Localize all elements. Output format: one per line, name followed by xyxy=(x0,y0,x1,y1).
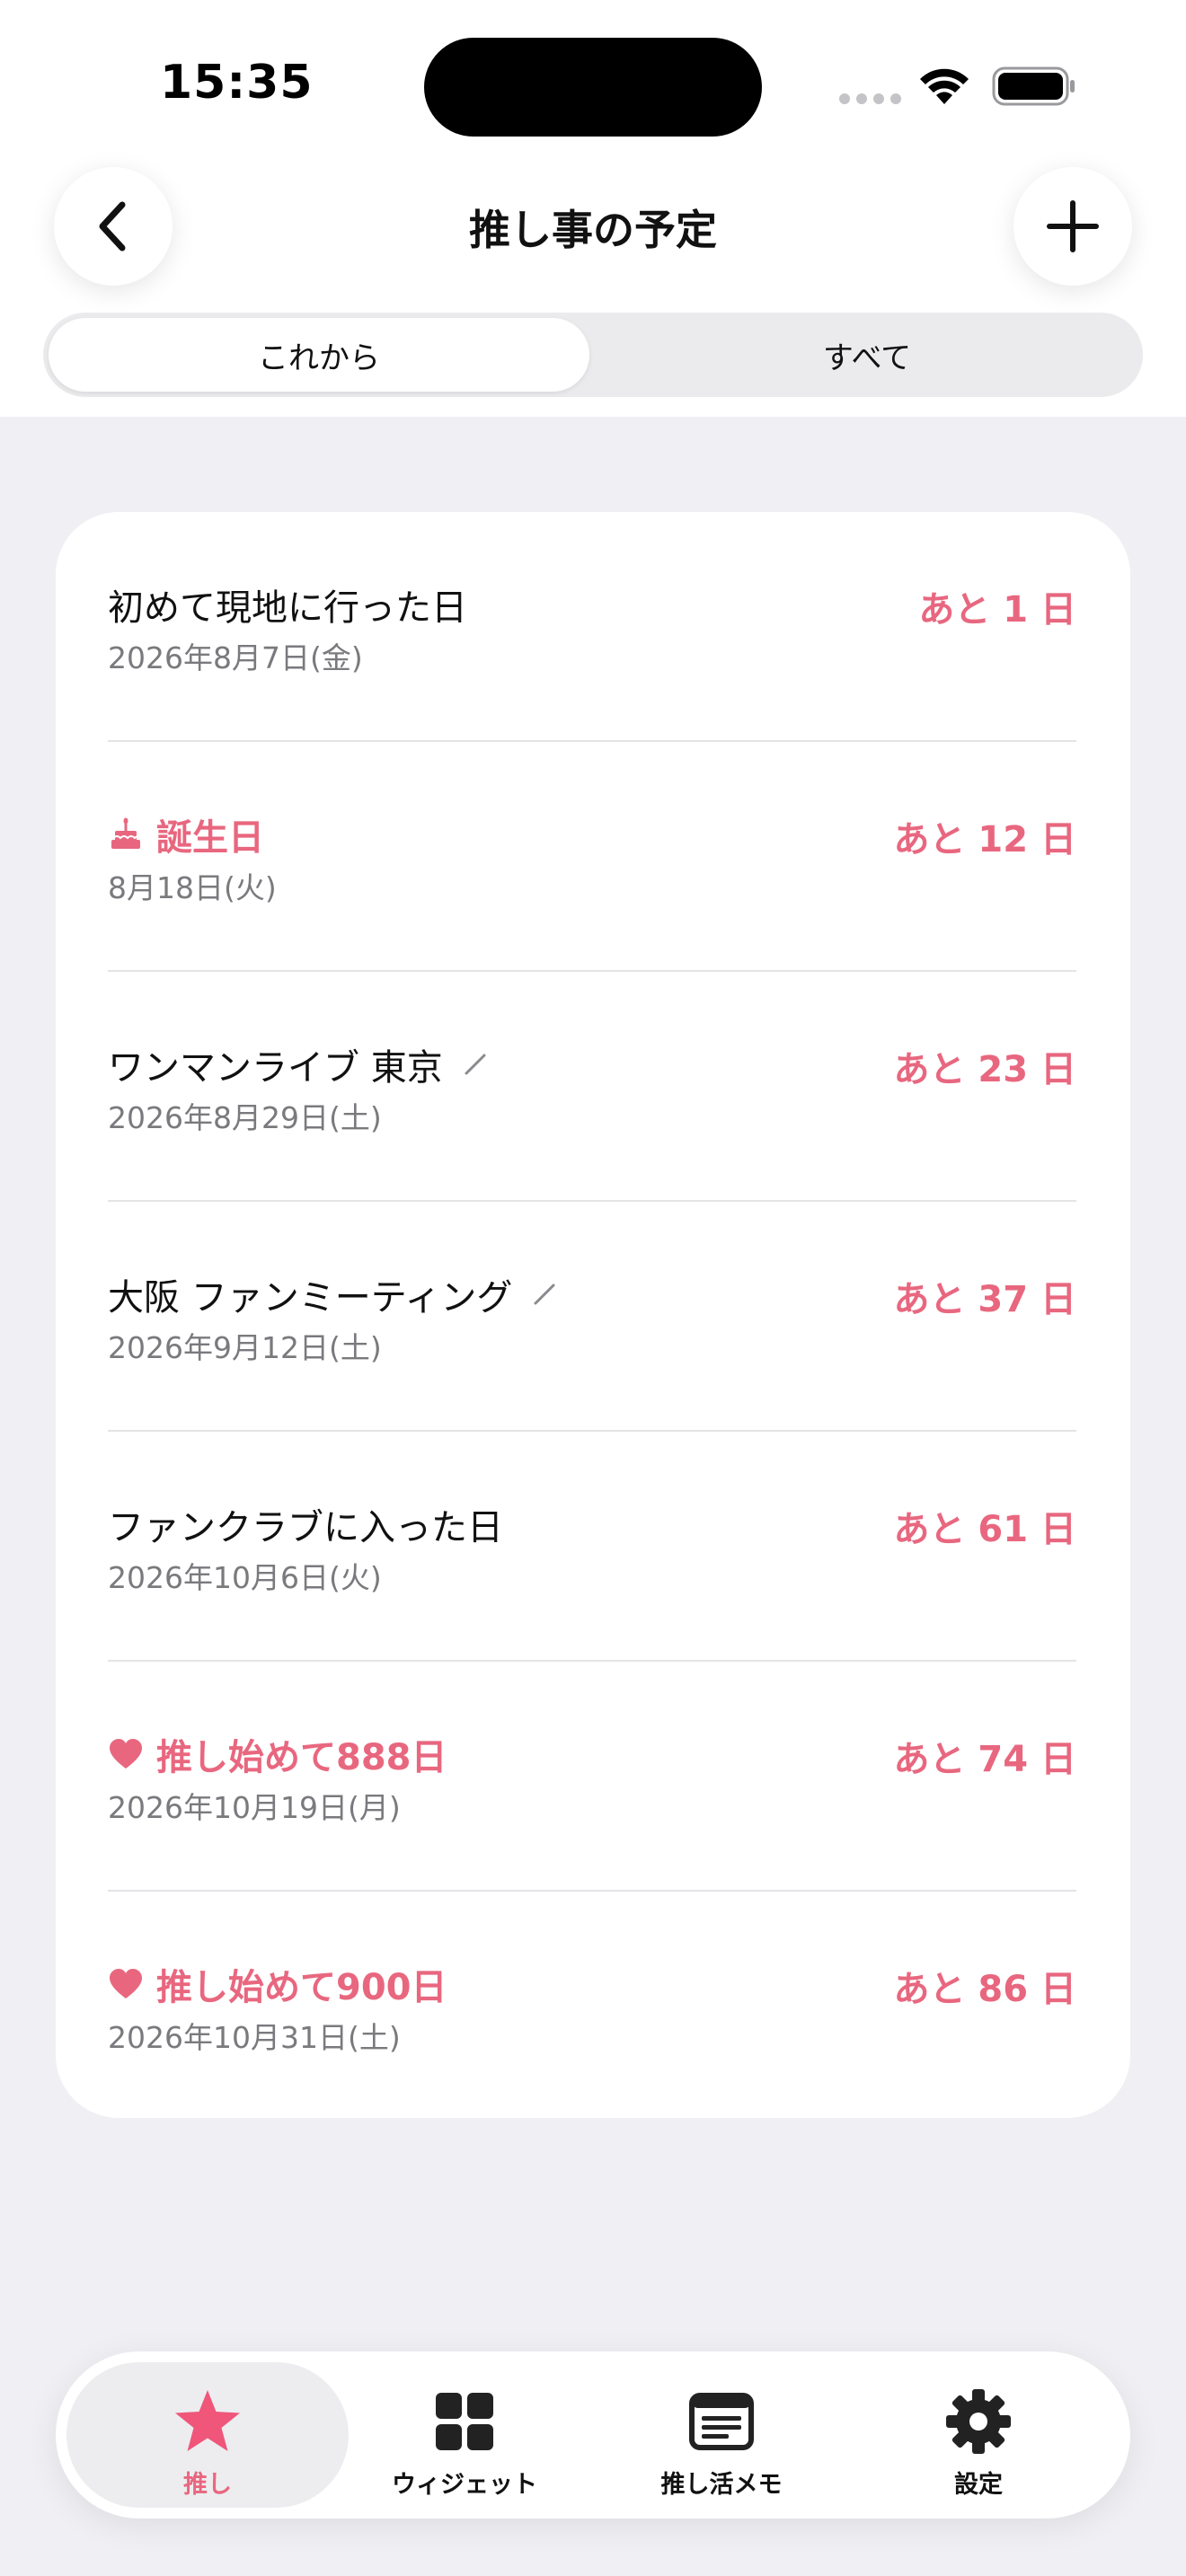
event-countdown: あと 1 日 xyxy=(918,589,1076,631)
add-event-button[interactable] xyxy=(1013,167,1132,286)
tab-label: 推し活メモ xyxy=(660,2471,783,2499)
events-list: 初めて現地に行った日 2026年8月7日(金) あと 1 日 誕生日 8月18日… xyxy=(56,512,1130,2118)
event-title: 推し始めて888日 xyxy=(156,1737,447,1778)
cake-icon xyxy=(108,816,144,852)
tab-bar: 推し ウィジェット 推し活メモ 設定 xyxy=(56,2351,1130,2519)
event-countdown: あと 74 日 xyxy=(893,1739,1076,1780)
grid-icon xyxy=(435,2387,494,2456)
event-row[interactable]: ワンマンライブ 東京 2026年8月29日(土) あと 23 日 xyxy=(56,972,1130,1202)
tab-memo[interactable]: 推し活メモ xyxy=(580,2362,863,2508)
page-title: 推し事の予定 xyxy=(469,206,717,254)
event-row[interactable]: 推し始めて888日 2026年10月19日(月) あと 74 日 xyxy=(56,1662,1130,1892)
dynamic-island xyxy=(424,38,762,137)
event-title: 大阪 ファンミーティング xyxy=(108,1277,513,1319)
note-icon xyxy=(689,2387,754,2456)
event-date: 8月18日(火) xyxy=(108,870,277,905)
gear-icon xyxy=(945,2387,1012,2456)
event-date: 2026年8月7日(金) xyxy=(108,640,363,675)
status-time: 15:35 xyxy=(160,56,314,110)
event-date: 2026年10月6日(火) xyxy=(108,1560,382,1595)
segment-upcoming[interactable]: これから xyxy=(49,318,589,392)
event-row[interactable]: 推し始めて900日 2026年10月31日(土) あと 86 日 xyxy=(56,1892,1130,2122)
event-date: 2026年10月19日(月) xyxy=(108,1790,401,1825)
event-row[interactable]: 大阪 ファンミーティング 2026年9月12日(土) あと 37 日 xyxy=(56,1202,1130,1432)
event-title: 誕生日 xyxy=(156,817,264,859)
app-screen: 15:35 推し事の予定 これから すべて 初めて現地に行った日 2026年8月… xyxy=(0,0,1186,2576)
pencil-icon xyxy=(463,1052,488,1077)
tab-settings[interactable]: 設定 xyxy=(837,2362,1120,2508)
event-countdown: あと 23 日 xyxy=(893,1049,1076,1090)
pencil-icon xyxy=(532,1282,557,1307)
event-date: 2026年9月12日(土) xyxy=(108,1330,382,1365)
heart-icon xyxy=(108,1968,144,2000)
tab-label: 推し xyxy=(183,2471,232,2499)
event-title: 推し始めて900日 xyxy=(156,1967,447,2008)
event-countdown: あと 86 日 xyxy=(893,1969,1076,2010)
filter-segmented-control: これから すべて xyxy=(43,313,1143,397)
event-row[interactable]: 誕生日 8月18日(火) あと 12 日 xyxy=(56,742,1130,972)
tab-label: 設定 xyxy=(954,2471,1003,2499)
event-countdown: あと 37 日 xyxy=(893,1279,1076,1320)
event-title: ワンマンライブ 東京 xyxy=(108,1047,443,1089)
battery-icon xyxy=(992,66,1075,106)
tab-widget[interactable]: ウィジェット xyxy=(323,2362,606,2508)
tab-oshi[interactable]: 推し xyxy=(66,2362,349,2508)
tab-label: ウィジェット xyxy=(392,2471,537,2499)
heart-icon xyxy=(108,1738,144,1770)
event-title: 初めて現地に行った日 xyxy=(108,587,467,629)
segment-all[interactable]: すべて xyxy=(597,318,1137,392)
event-title: ファンクラブに入った日 xyxy=(108,1507,503,1548)
event-date: 2026年10月31日(土) xyxy=(108,2020,401,2055)
event-row[interactable]: 初めて現地に行った日 2026年8月7日(金) あと 1 日 xyxy=(56,512,1130,742)
plus-icon xyxy=(1047,200,1099,252)
event-row[interactable]: ファンクラブに入った日 2026年10月6日(火) あと 61 日 xyxy=(56,1432,1130,1662)
event-countdown: あと 61 日 xyxy=(893,1509,1076,1550)
event-countdown: あと 12 日 xyxy=(893,819,1076,860)
event-date: 2026年8月29日(土) xyxy=(108,1100,382,1135)
star-icon xyxy=(173,2387,243,2456)
cellular-signal-icon xyxy=(839,93,902,106)
wifi-icon xyxy=(920,68,969,104)
